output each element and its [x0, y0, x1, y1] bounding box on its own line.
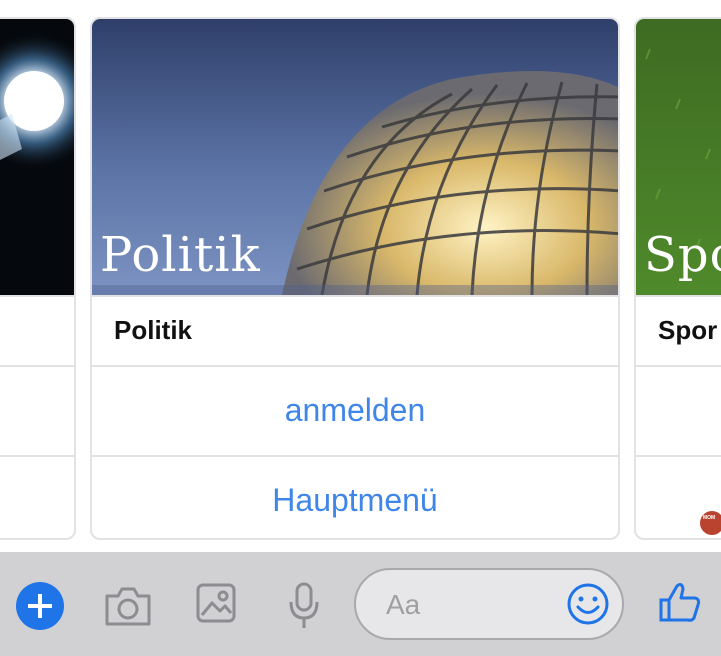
thumbs-up-icon[interactable]: [658, 580, 702, 624]
microphone-icon[interactable]: [286, 582, 322, 630]
emoji-icon[interactable]: [566, 582, 610, 626]
avatar: MOM: [700, 511, 721, 535]
message-composer[interactable]: [354, 568, 624, 640]
composer-toolbar: [0, 552, 721, 656]
image-icon[interactable]: [196, 583, 236, 623]
carousel-card-sport[interactable]: Spo Spor: [634, 17, 721, 540]
card-left-action-1[interactable]: [0, 365, 74, 455]
card-right-action-1[interactable]: [636, 365, 721, 455]
hauptmenue-button[interactable]: Hauptmenü: [92, 455, 618, 538]
card-main-hero-image: Politik: [92, 19, 618, 295]
anmelden-button[interactable]: anmelden: [92, 365, 618, 455]
camera-icon[interactable]: [104, 585, 152, 627]
plus-icon[interactable]: [16, 582, 64, 630]
carousel-card-politik[interactable]: Politik Politik anmelden Hauptmenü: [90, 17, 620, 540]
card-left-hero-image: [0, 19, 74, 295]
card-main-hero-caption: Politik: [100, 227, 261, 283]
card-left-title: [0, 295, 74, 365]
card-right-title: Spor: [636, 295, 721, 365]
carousel: Politik Politik anmelden Hauptmenü Sp Sp…: [0, 0, 721, 552]
card-left-action-2[interactable]: [0, 455, 74, 538]
message-input[interactable]: [386, 588, 546, 622]
card-main-title: Politik: [92, 295, 618, 365]
card-right-hero-image: Spo: [636, 19, 721, 295]
card-right-hero-caption: Spo: [644, 227, 721, 283]
carousel-card-left[interactable]: [0, 17, 76, 540]
